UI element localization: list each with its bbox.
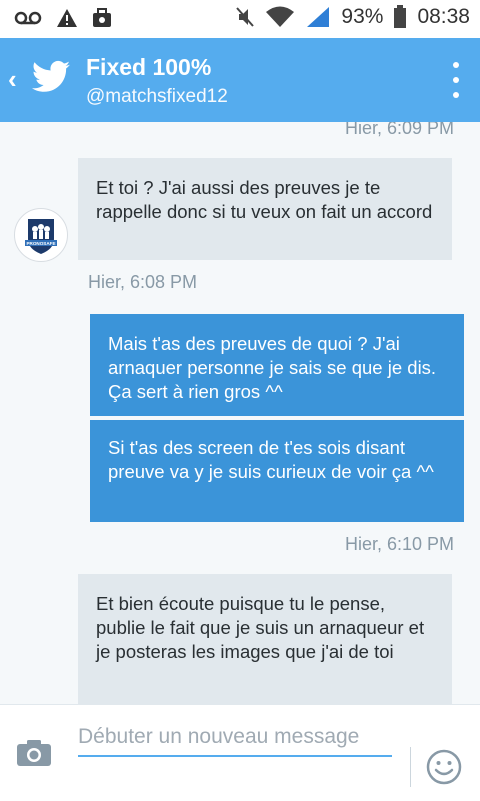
incoming-message[interactable]: Et toi ? J'ai aussi des preuves je te ra… <box>78 158 452 260</box>
back-chevron-icon[interactable]: ‹ <box>8 64 17 95</box>
camera-icon[interactable] <box>16 739 52 767</box>
outgoing-message[interactable]: Mais t'as des preuves de quoi ? J'ai arn… <box>90 314 464 416</box>
briefcase-icon <box>93 8 111 27</box>
twitter-bird-icon[interactable] <box>32 60 70 94</box>
incoming-message[interactable]: Et bien écoute puisque tu le pense, publ… <box>78 574 452 704</box>
message-list[interactable]: Hier, 6:09 PM Et toi ? J'ai aussi des pr… <box>0 122 480 704</box>
conversation-title: Fixed 100% <box>86 54 212 80</box>
wifi-icon <box>266 6 295 27</box>
message-composer: Débuter un nouveau message <box>0 704 480 801</box>
message-input[interactable]: Débuter un nouveau message <box>78 723 392 757</box>
outgoing-message[interactable]: Si t'as des screen de t'es sois disant p… <box>90 420 464 522</box>
avatar-label: PRONOSAFE <box>26 241 55 246</box>
avatar[interactable]: PRONOSAFE <box>14 208 68 262</box>
timestamp: Hier, 6:08 PM <box>88 272 198 292</box>
overflow-menu-icon[interactable] <box>452 62 460 98</box>
conversation-handle: @matchsfixed12 <box>86 86 228 107</box>
conversation-header: ‹ Fixed 100% @matchsfixed12 <box>0 38 480 122</box>
clock: 08:38 <box>417 5 470 28</box>
timestamp: Hier, 6:10 PM <box>344 534 454 554</box>
emoji-icon[interactable] <box>426 749 462 785</box>
pronosafe-logo-icon: PRONOSAFE <box>25 219 57 254</box>
warning-icon <box>57 9 77 27</box>
mute-icon <box>236 7 255 27</box>
timestamp: Hier, 6:09 PM <box>344 122 454 138</box>
battery-percent: 93% <box>341 5 384 28</box>
divider <box>410 747 411 787</box>
signal-icon <box>307 7 330 27</box>
battery-icon <box>394 5 407 28</box>
voicemail-icon <box>14 11 42 25</box>
status-bar: 93% 08:38 <box>0 0 480 38</box>
